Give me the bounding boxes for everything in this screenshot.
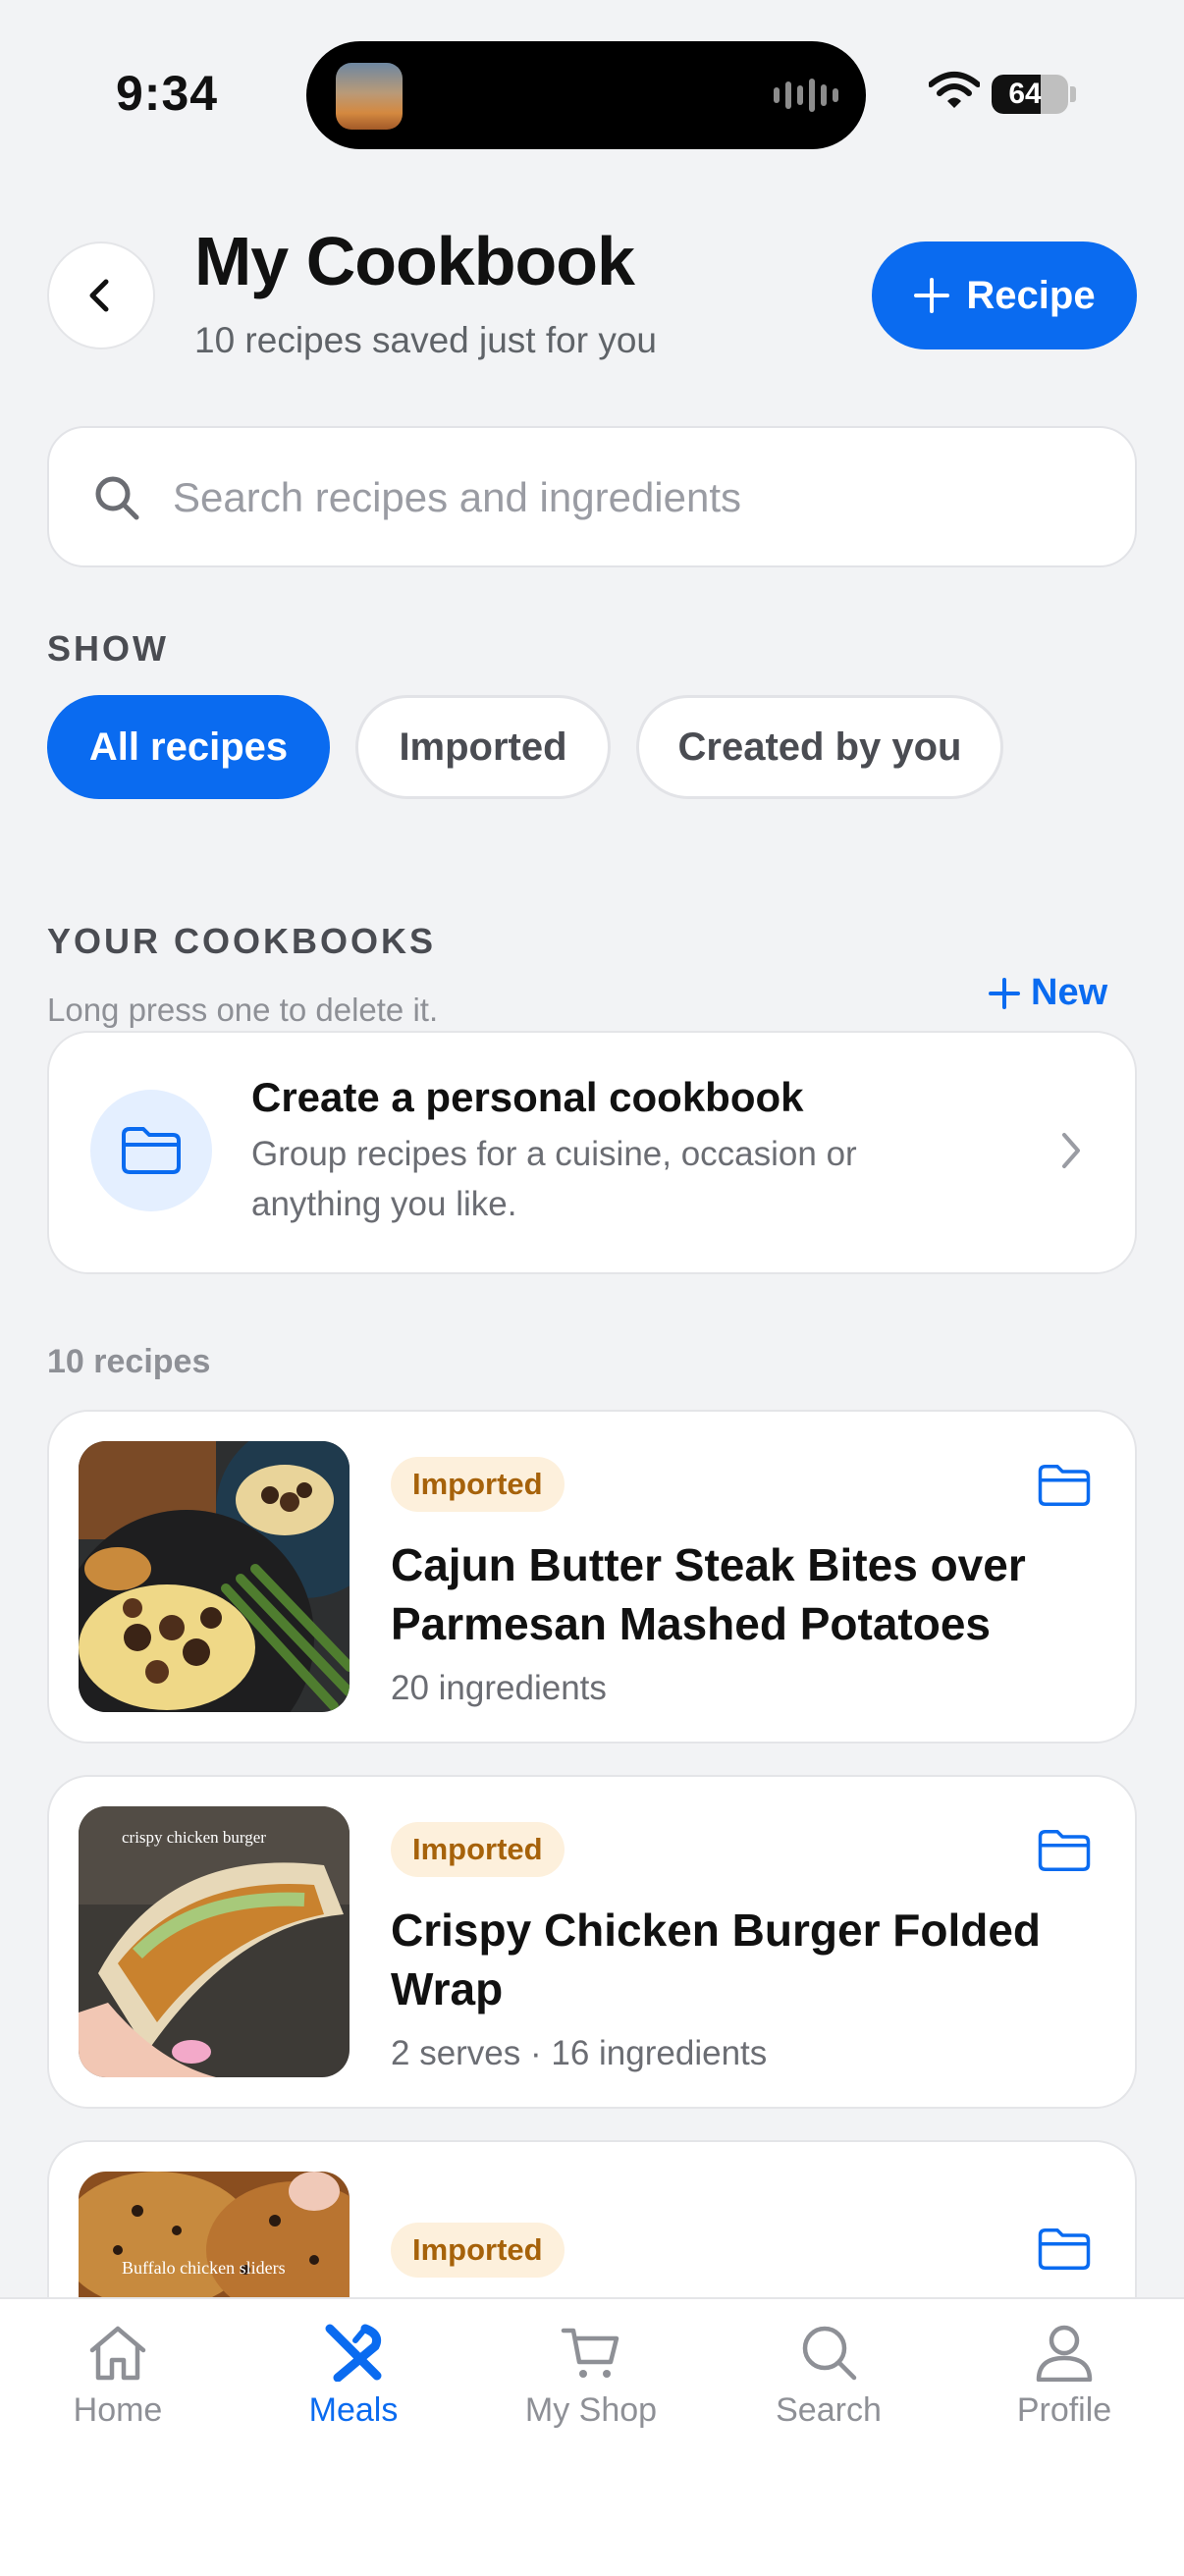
filter-chip-all-recipes[interactable]: All recipes	[47, 695, 330, 799]
imported-badge: Imported	[391, 2223, 565, 2278]
cart-icon	[561, 2328, 619, 2378]
battery-percentage: 64	[1008, 78, 1042, 110]
add-recipe-button[interactable]: Recipe	[872, 242, 1137, 349]
wifi-icon	[929, 72, 980, 108]
chevron-right-icon	[1062, 1133, 1080, 1168]
tab-search[interactable]: Search	[730, 2323, 927, 2430]
filter-chip-created-by-you[interactable]: Created by you	[636, 695, 1003, 799]
tab-label: My Shop	[524, 2391, 658, 2429]
folder-icon	[122, 1127, 181, 1174]
recipe-card[interactable]: Imported Cajun Butter Steak Bites over P…	[47, 1410, 1137, 1744]
dynamic-island	[306, 41, 866, 149]
recipe-title: Crispy Chicken Burger Folded Wrap	[391, 1905, 1042, 2014]
tab-meals[interactable]: Meals	[255, 2323, 452, 2430]
cookbooks-hint: Long press one to delete it.	[47, 992, 439, 1028]
cookbooks-section-label: YOUR COOKBOOKS	[47, 921, 437, 961]
back-button[interactable]	[47, 242, 155, 349]
new-cookbook-label: New	[1031, 972, 1108, 1013]
tab-home[interactable]: Home	[20, 2323, 216, 2430]
recipe-meta: 2 serves · 16 ingredients	[391, 2034, 768, 2072]
add-to-cookbook-folder-icon[interactable]	[1037, 1463, 1092, 1508]
add-recipe-label: Recipe	[966, 273, 1096, 317]
page-title: My Cookbook	[194, 223, 635, 299]
search-icon	[95, 476, 139, 520]
imported-badge: Imported	[391, 1457, 565, 1512]
add-to-cookbook-folder-icon[interactable]	[1037, 1828, 1092, 1873]
add-to-cookbook-folder-icon[interactable]	[1037, 2227, 1092, 2272]
now-playing-artwork	[336, 63, 403, 130]
tab-label: Profile	[1016, 2391, 1112, 2429]
thumbnail-caption: Buffalo chicken sliders	[122, 2258, 286, 2278]
recipe-meta: 20 ingredients	[391, 1669, 607, 1707]
create-cookbook-title: Create a personal cookbook	[251, 1074, 804, 1120]
recipe-thumbnail: crispy chicken burger	[79, 1806, 350, 2077]
show-section-label: SHOW	[47, 628, 169, 669]
tab-label: Home	[73, 2391, 163, 2429]
search-bar[interactable]	[47, 426, 1137, 567]
new-cookbook-button[interactable]: New	[988, 972, 1107, 1014]
audio-waveform-icon	[774, 75, 838, 116]
status-time: 9:34	[116, 66, 219, 121]
plus-icon	[914, 278, 950, 313]
imported-badge: Imported	[391, 1822, 565, 1877]
search-input[interactable]	[171, 461, 1058, 534]
battery-cap	[1070, 86, 1076, 102]
battery-indicator: 64	[992, 75, 1068, 114]
recipe-card[interactable]: crispy chicken burger Imported Crispy Ch…	[47, 1775, 1137, 2109]
create-cookbook-description: Group recipes for a cuisine, occasion or…	[251, 1135, 857, 1223]
thumbnail-caption: crispy chicken burger	[122, 1828, 266, 1847]
tab-label: Search	[776, 2391, 882, 2429]
tab-my-shop[interactable]: My Shop	[493, 2323, 689, 2430]
recipe-count: 10 recipes	[47, 1343, 211, 1380]
plus-icon	[989, 977, 1020, 1009]
recipe-title: Cajun Butter Steak Bites over Parmesan M…	[391, 1539, 1026, 1649]
tab-label: Meals	[308, 2391, 399, 2429]
tab-bar: Home Meals My Shop Search Profile	[0, 2297, 1184, 2576]
folder-icon-container	[90, 1090, 212, 1211]
utensils-icon	[325, 2324, 382, 2382]
tab-profile[interactable]: Profile	[966, 2323, 1162, 2430]
filter-chip-imported[interactable]: Imported	[355, 695, 611, 799]
search-icon	[802, 2326, 857, 2381]
create-cookbook-card[interactable]: Create a personal cookbook Group recipes…	[47, 1031, 1137, 1274]
chevron-left-icon	[89, 279, 109, 312]
person-icon	[1036, 2325, 1093, 2382]
recipe-thumbnail	[79, 1441, 350, 1712]
page-subtitle: 10 recipes saved just for you	[194, 320, 657, 360]
home-icon	[89, 2326, 146, 2381]
